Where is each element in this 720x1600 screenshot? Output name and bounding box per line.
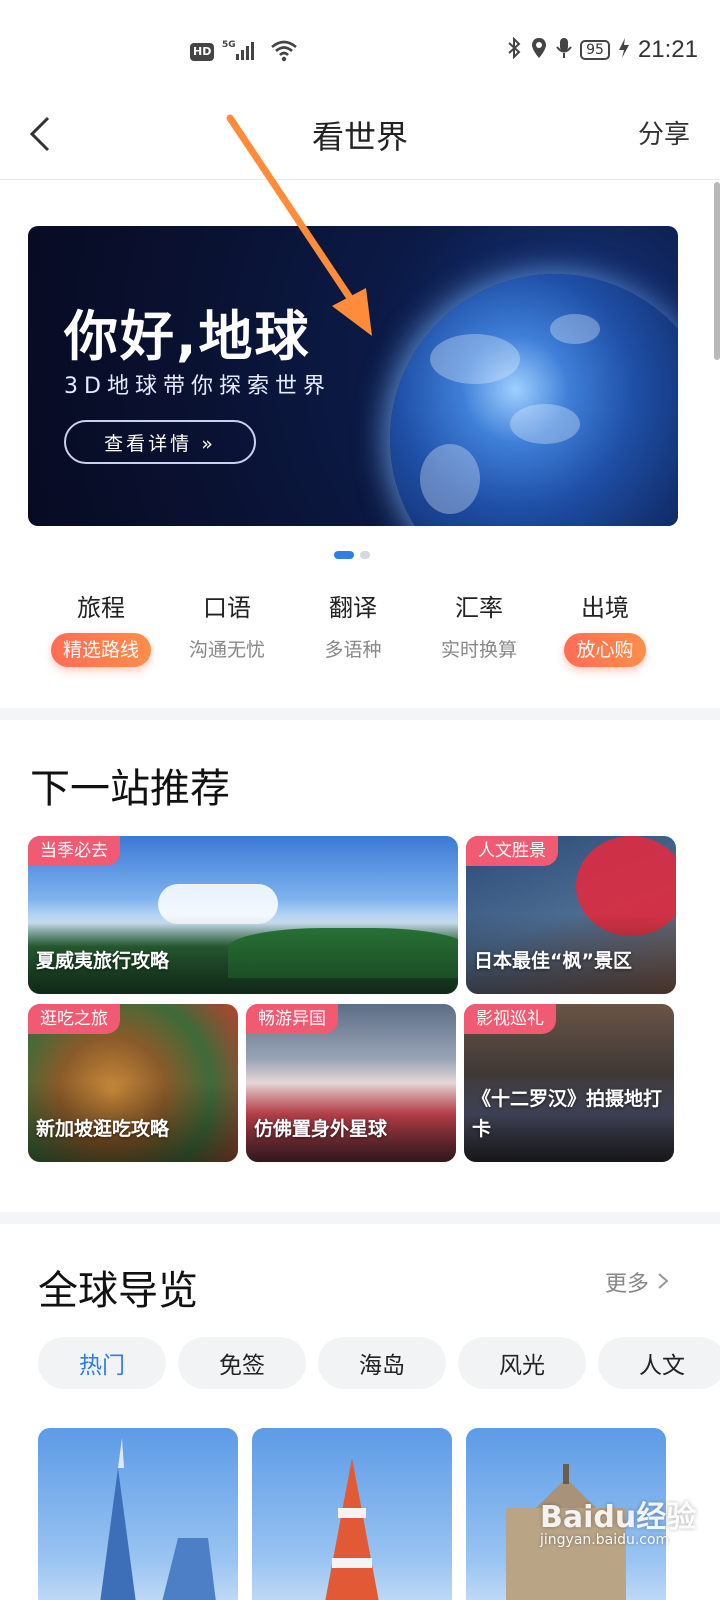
quick-item-title: 翻译 — [329, 594, 377, 622]
card-tag: 人文胜景 — [466, 836, 558, 866]
earth-globe-image — [390, 274, 678, 526]
card-tag: 当季必去 — [28, 836, 120, 866]
status-right: 95 21:21 — [506, 36, 698, 64]
tab-visa-free[interactable]: 免签 — [178, 1337, 306, 1389]
recommend-section-title: 下一站推荐 — [30, 766, 230, 812]
quick-item-subtitle: 沟通无忧 — [188, 639, 265, 661]
skyscraper-image — [100, 1438, 216, 1600]
recommend-card-japan[interactable]: 人文胜景 日本最佳“枫”景区 — [466, 836, 676, 994]
recommend-card-hawaii[interactable]: 当季必去 夏威夷旅行攻略 — [28, 836, 458, 994]
guide-section-title: 全球导览 — [38, 1268, 198, 1314]
card-caption: 新加坡逛吃攻略 — [36, 1118, 170, 1140]
section-divider — [0, 1212, 720, 1224]
tab-culture[interactable]: 人文 — [598, 1337, 720, 1389]
charging-icon — [618, 36, 630, 64]
guide-card-hongkong[interactable] — [38, 1428, 238, 1600]
card-caption: 仿佛置身外星球 — [254, 1118, 388, 1140]
quick-item-subtitle: 实时换算 — [440, 639, 517, 661]
network-label: 5G — [222, 40, 236, 50]
view-details-button[interactable]: 查看详情 » — [64, 420, 256, 464]
guide-category-tabs: 热门 免签 海岛 风光 人文 — [38, 1337, 720, 1389]
carousel-indicator — [334, 551, 370, 559]
card-caption: 夏威夷旅行攻略 — [36, 950, 170, 972]
quick-item-subtitle: 精选路线 — [50, 633, 151, 667]
watermark-url: jingyan.baidu.com — [540, 1532, 670, 1548]
bluetooth-icon — [506, 36, 522, 64]
more-label: 更多 — [604, 1272, 649, 1297]
card-caption: 《十二罗汉》拍摄地打卡 — [472, 1088, 663, 1140]
quick-item-subtitle: 多语种 — [324, 639, 382, 661]
quick-item-title: 出境 — [581, 594, 629, 622]
card-tag: 畅游异国 — [246, 1004, 338, 1034]
tab-scenery[interactable]: 风光 — [458, 1337, 586, 1389]
location-icon — [530, 36, 548, 64]
quick-item-itinerary[interactable]: 旅程 精选路线 — [38, 584, 164, 674]
wifi-icon — [270, 38, 298, 66]
more-link[interactable]: 更多 — [605, 1266, 670, 1298]
clock: 21:21 — [637, 36, 698, 63]
share-button[interactable]: 分享 — [638, 114, 690, 151]
section-divider — [0, 708, 720, 720]
banner-subtitle: 3D地球带你探索世界 — [64, 374, 331, 399]
quick-item-title: 旅程 — [77, 594, 125, 622]
tab-island[interactable]: 海岛 — [318, 1337, 446, 1389]
battery-level: 95 — [580, 40, 610, 60]
status-left: HD 5G — [190, 38, 298, 66]
hd-badge: HD — [190, 43, 215, 61]
carousel-dot[interactable] — [360, 551, 370, 559]
card-caption: 日本最佳“枫”景区 — [474, 950, 632, 972]
tower-image — [325, 1458, 379, 1600]
status-bar: HD 5G 95 21:21 — [0, 0, 720, 96]
chevron-right-icon — [658, 1273, 669, 1289]
quick-item-speaking[interactable]: 口语 沟通无忧 — [164, 584, 290, 674]
quick-item-exchange-rate[interactable]: 汇率 实时换算 — [416, 584, 542, 674]
quick-item-translate[interactable]: 翻译 多语种 — [290, 584, 416, 674]
recommend-card-singapore[interactable]: 逛吃之旅 新加坡逛吃攻略 — [28, 1004, 238, 1162]
tab-hot[interactable]: 热门 — [38, 1337, 166, 1389]
signal-icon: 5G — [222, 38, 262, 66]
microphone-icon — [556, 36, 572, 64]
quick-item-title: 汇率 — [455, 594, 503, 622]
carousel-dot-active[interactable] — [334, 551, 354, 559]
quick-item-subtitle: 放心购 — [564, 633, 646, 667]
recommend-card-oceans-twelve[interactable]: 影视巡礼 《十二罗汉》拍摄地打卡 — [464, 1004, 674, 1162]
quick-menu: 旅程 精选路线 口语 沟通无忧 翻译 多语种 汇率 实时换算 出境 放心购 — [38, 584, 668, 674]
watermark-logo: Baidu经验 — [540, 1500, 697, 1535]
card-tag: 影视巡礼 — [464, 1004, 556, 1034]
scrollbar[interactable] — [714, 182, 720, 360]
quick-item-outbound[interactable]: 出境 放心购 — [542, 584, 668, 674]
quick-item-title: 口语 — [203, 594, 251, 622]
annotation-arrow-icon — [226, 114, 372, 336]
recommend-card-alien-planet[interactable]: 畅游异国 仿佛置身外星球 — [246, 1004, 456, 1162]
screen: HD 5G 95 21:21 看世界 分享 你好,地球 3D地球带你探索世界 查… — [0, 0, 720, 1600]
guide-card-tokyo[interactable] — [252, 1428, 452, 1600]
card-tag: 逛吃之旅 — [28, 1004, 120, 1034]
